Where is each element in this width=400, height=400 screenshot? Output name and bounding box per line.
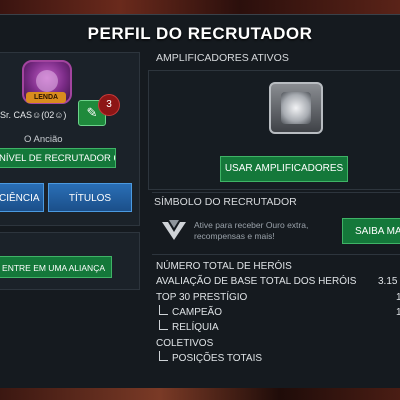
stat-label: TOP 30 PRESTÍGIO: [156, 292, 248, 303]
tab-titles[interactable]: TÍTULOS: [48, 183, 132, 212]
active-boosts-heading: AMPLIFICADORES ATIVOS: [156, 52, 289, 64]
stat-total-positions: POSIÇÕES TOTAIS: [156, 352, 400, 366]
stat-champion: CAMPEÃO 1: [156, 306, 400, 320]
stat-top30-prestige: TOP 30 PRESTÍGIO 1: [156, 291, 400, 305]
divider: [152, 192, 400, 193]
join-alliance-button[interactable]: ENTRE EM UMA ALIANÇA: [0, 256, 112, 278]
stat-label: COLETIVOS: [156, 338, 214, 349]
bottom-border: [0, 388, 400, 400]
summoner-symbol-heading: SÍMBOLO DO RECRUTADOR: [154, 196, 297, 208]
rank-badge: LENDA: [26, 92, 66, 103]
avatar-portrait-icon: [36, 70, 58, 92]
notification-badge: 3: [98, 94, 120, 116]
stat-total-heroes: NÚMERO TOTAL DE HERÓIS: [156, 260, 400, 274]
divider: [152, 254, 400, 255]
stat-base-rating: AVALIAÇÃO DE BASE TOTAL DOS HERÓIS 3.15: [156, 275, 400, 289]
stat-label: NÚMERO TOTAL DE HERÓIS: [156, 261, 292, 272]
stat-value: 3.15: [378, 276, 398, 287]
learn-more-button[interactable]: SAIBA MAIS: [342, 218, 400, 244]
summoner-symbol-icon: [162, 220, 186, 240]
top-border: [0, 0, 400, 14]
boost-slot-icon[interactable]: [269, 82, 323, 134]
stat-label: AVALIAÇÃO DE BASE TOTAL DOS HERÓIS: [156, 276, 357, 287]
use-boosts-button[interactable]: USAR AMPLIFICADORES: [220, 156, 348, 182]
summoner-name: Sr. CAS☺(02☺): [0, 110, 67, 120]
tab-science[interactable]: CIÊNCIA: [0, 183, 44, 212]
stat-label: POSIÇÕES TOTAIS: [156, 353, 262, 364]
summoner-level-button[interactable]: NÍVEL DE RECRUTADOR 60: [0, 148, 116, 168]
stat-collectives: COLETIVOS: [156, 337, 400, 351]
stat-relic: RELÍQUIA: [156, 321, 400, 335]
page-title: PERFIL DO RECRUTADOR: [87, 24, 313, 43]
summoner-symbol-description: Ative para receber Ouro extra, recompens…: [194, 220, 309, 241]
pencil-icon: ✎: [86, 105, 98, 120]
stat-value: 1: [396, 292, 400, 303]
stat-value: 1: [396, 307, 400, 318]
stat-label: CAMPEÃO: [156, 307, 222, 318]
summoner-title: O Ancião: [24, 134, 63, 145]
stat-label: RELÍQUIA: [156, 322, 219, 333]
